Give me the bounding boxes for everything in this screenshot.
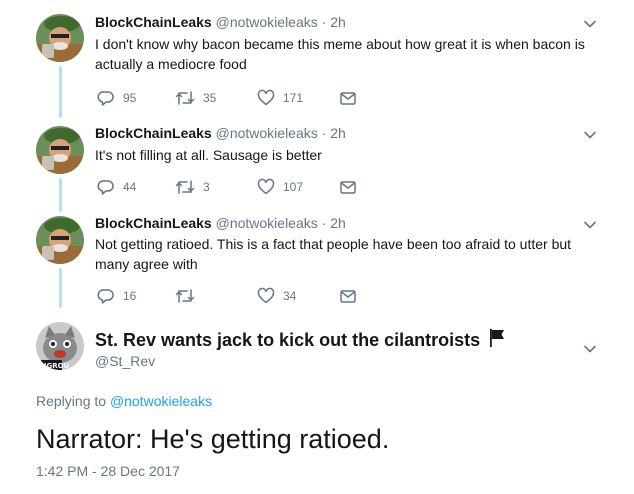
like-count: 171 (283, 91, 304, 105)
tweet-time[interactable]: 2h (330, 215, 346, 231)
tweet-header: BlockChainLeaks @notwokieleaks · 2h (95, 215, 346, 231)
retweet-button[interactable] (175, 287, 203, 305)
tweet-text: Not getting ratioed. This is a fact that… (95, 236, 572, 272)
like-button[interactable]: 171 (257, 89, 303, 107)
tweet-header: BlockChainLeaks @notwokieleaks · 2h (95, 14, 346, 30)
retweet-button[interactable]: 35 (175, 89, 216, 107)
author-handle[interactable]: @notwokieleaks (216, 14, 318, 30)
separator-dot: · (321, 125, 327, 141)
avatar[interactable] (36, 126, 84, 174)
tweet-time[interactable]: 2h (330, 125, 346, 141)
envelope-icon (340, 92, 356, 105)
main-author-name[interactable]: St. Rev wants jack to kick out the cilan… (95, 330, 480, 350)
like-button[interactable]: 34 (257, 287, 296, 305)
avatar[interactable] (36, 216, 84, 264)
author-name[interactable]: BlockChainLeaks (95, 125, 212, 141)
heart-icon (257, 287, 275, 304)
reply-count: 16 (123, 289, 137, 303)
replying-prefix: Replying to (36, 393, 107, 409)
flag-icon (490, 329, 505, 347)
retweet-button[interactable]: 3 (175, 178, 210, 196)
direct-message-button[interactable] (339, 178, 357, 196)
heart-icon (257, 89, 275, 106)
tweet-time[interactable]: 2h (330, 14, 346, 30)
direct-message-button[interactable] (339, 287, 357, 305)
author-handle[interactable]: @notwokieleaks (216, 125, 318, 141)
main-author[interactable]: St. Rev wants jack to kick out the cilan… (95, 328, 506, 351)
reply-button[interactable]: 16 (97, 287, 136, 305)
retweet-icon (175, 289, 195, 303)
retweet-icon (175, 180, 195, 194)
retweet-count: 3 (203, 180, 210, 194)
thread-tweet[interactable]: BlockChainLeaks @notwokieleaks · 2h Not … (0, 210, 634, 310)
tweet-timestamp[interactable]: 1:42 PM - 28 Dec 2017 (36, 462, 180, 480)
main-tweet-text: Narrator: He's getting ratioed. (36, 424, 390, 454)
retweet-count: 35 (203, 91, 217, 105)
author-name[interactable]: BlockChainLeaks (95, 215, 212, 231)
author-name[interactable]: BlockChainLeaks (95, 14, 212, 30)
main-author-handle[interactable]: @St_Rev (95, 352, 155, 370)
reply-button[interactable]: 95 (97, 89, 136, 107)
avatar[interactable] (36, 14, 84, 62)
like-button[interactable]: 107 (257, 178, 303, 196)
chevron-down-icon[interactable] (582, 16, 598, 32)
chevron-down-icon[interactable] (582, 217, 598, 233)
reply-button[interactable]: 44 (97, 178, 136, 196)
thread-tweet[interactable]: BlockChainLeaks @notwokieleaks · 2h I do… (0, 0, 634, 120)
envelope-icon (340, 290, 356, 303)
tweet-header: BlockChainLeaks @notwokieleaks · 2h (95, 125, 346, 141)
thread-tweet[interactable]: BlockChainLeaks @notwokieleaks · 2h It's… (0, 120, 634, 210)
envelope-icon (340, 181, 356, 194)
heart-icon (257, 178, 275, 195)
author-handle[interactable]: @notwokieleaks (216, 215, 318, 231)
reply-icon (97, 91, 114, 106)
reply-count: 95 (123, 91, 137, 105)
separator-dot: · (321, 14, 327, 30)
avatar-label: INGROU (38, 362, 70, 370)
reply-count: 44 (123, 180, 137, 194)
main-avatar[interactable]: INGROU (36, 322, 84, 370)
like-count: 107 (283, 180, 304, 194)
replying-to-link[interactable]: @notwokieleaks (110, 393, 212, 409)
reply-icon (97, 289, 114, 304)
retweet-icon (175, 91, 195, 105)
replying-to: Replying to @notwokieleaks (36, 392, 212, 410)
chevron-down-icon[interactable] (582, 127, 598, 143)
like-count: 34 (283, 289, 297, 303)
direct-message-button[interactable] (339, 89, 357, 107)
chevron-down-icon[interactable] (582, 341, 598, 357)
reply-icon (97, 180, 114, 195)
tweet-text: I don't know why bacon became this meme … (95, 36, 585, 72)
tweet-text: It's not filling at all. Sausage is bett… (95, 147, 322, 163)
separator-dot: · (321, 215, 327, 231)
